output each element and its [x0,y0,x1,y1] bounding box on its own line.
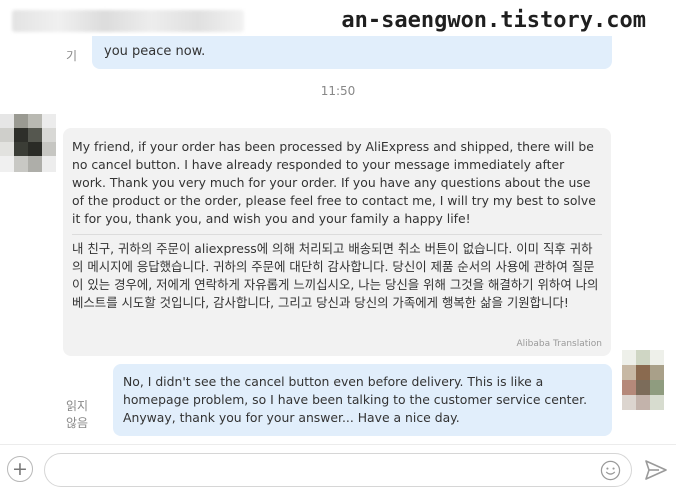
message-input[interactable] [59,460,579,480]
message-composer: + [0,444,676,493]
translation-source-label: Alibaba Translation [516,339,602,349]
contact-name-blurred [12,10,244,32]
smiley-icon[interactable] [600,460,621,481]
seller-avatar[interactable] [0,114,56,172]
read-status: 읽지 않음 [66,399,89,430]
prev-read-status: 기 [66,49,78,63]
prev-outgoing-text: you peace now. [104,44,206,59]
message-input-container[interactable] [44,453,632,487]
send-icon[interactable] [645,460,667,480]
watermark: an-saengwon.tistory.com [341,8,646,33]
user-avatar[interactable] [622,350,664,410]
plus-icon[interactable]: + [7,456,33,482]
chat-header: an-saengwon.tistory.com [0,0,676,40]
message-timestamp: 11:50 [320,84,356,98]
prev-outgoing-bubble: you peace now. [92,36,612,69]
incoming-message-translation: 내 친구, 귀하의 주문이 aliexpress에 의해 처리되고 배송되면 취… [72,241,599,310]
incoming-message-english: My friend, if your order has been proces… [72,139,596,226]
outgoing-message-bubble: No, I didn't see the cancel button even … [113,364,612,436]
incoming-message-bubble: My friend, if your order has been proces… [63,128,611,356]
outgoing-message-text: No, I didn't see the cancel button even … [123,374,588,425]
translation-divider [72,234,602,235]
